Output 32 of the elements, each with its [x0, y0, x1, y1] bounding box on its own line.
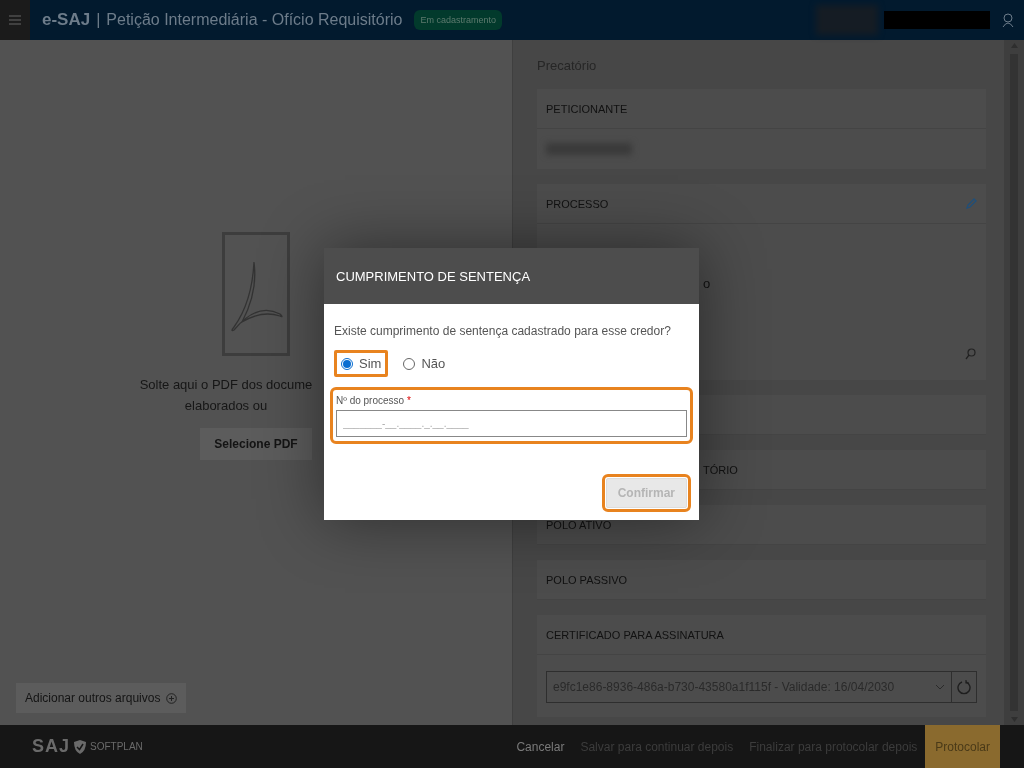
section-header: CERTIFICADO PARA ASSINATURA — [546, 628, 724, 641]
chevron-icon — [935, 684, 945, 690]
menu-icon — [9, 15, 21, 25]
drop-zone-text: Solte aqui o PDF dos docume elaborados ou — [138, 376, 314, 415]
refresh-icon — [957, 679, 971, 695]
scrollbar[interactable] — [1004, 40, 1024, 725]
user-icon[interactable] — [1002, 12, 1014, 28]
plus-circle-icon — [166, 692, 178, 704]
radio-option[interactable]: Sim — [334, 350, 389, 377]
pdf-document-icon — [222, 232, 290, 356]
pencil-icon[interactable] — [965, 197, 977, 210]
section-header: PROCESSO — [546, 197, 609, 210]
page-title: Petição Intermediária - Ofício Requisitório — [106, 11, 403, 29]
section-header: PETICIONANTE — [546, 102, 628, 115]
dialog-question: Existe cumprimento de sentença cadastrado para esse credor? — [334, 324, 672, 338]
footer-brand: SOFTPLAN — [90, 741, 143, 752]
field-label: Nº do processo * — [336, 395, 412, 406]
section-header: POLO PASSIVO — [546, 573, 628, 586]
status-badge: Em cadastramento — [414, 10, 502, 30]
radio-option[interactable]: Não — [396, 350, 453, 377]
protocol-button[interactable]: Protocolar — [925, 725, 1000, 768]
footer-link[interactable]: Cancelar — [508, 725, 573, 768]
menu-button[interactable] — [0, 0, 30, 40]
select-pdf-button[interactable]: Selecione PDF — [200, 428, 312, 460]
app-brand: e-SAJ — [42, 10, 91, 30]
footer-logo: SAJ — [32, 736, 70, 757]
add-files-button[interactable]: Adicionar outros arquivos — [16, 683, 187, 713]
dialog-title: CUMPRIMENTO DE SENTENÇA — [336, 268, 531, 284]
process-number-field[interactable]: _______-__.____._.__.____ — [336, 410, 687, 437]
search-icon[interactable] — [965, 348, 976, 360]
title-separator: | — [96, 11, 101, 29]
shield-icon — [73, 738, 87, 755]
